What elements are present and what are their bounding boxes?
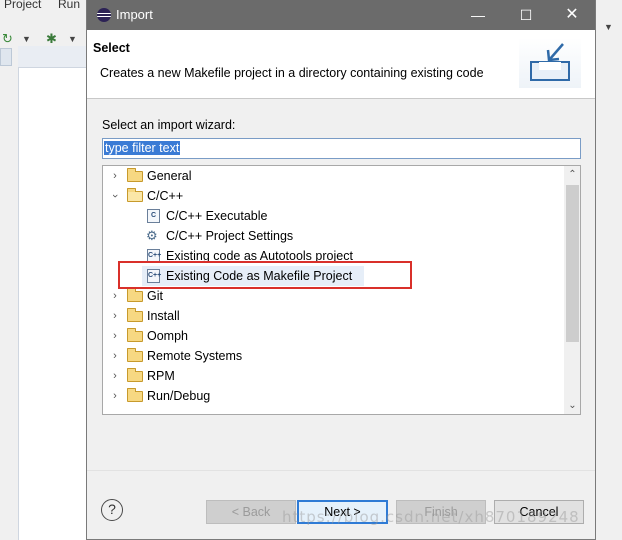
folder-icon xyxy=(127,308,143,322)
tree-item-rpm[interactable]: › RPM xyxy=(103,366,563,386)
c-file-icon: C xyxy=(147,209,160,223)
header-title: Select xyxy=(93,41,130,55)
folder-icon xyxy=(127,288,143,302)
tree-scrollbar[interactable]: ⌃ ⌄ xyxy=(564,166,580,414)
maximize-icon[interactable]: ☐ xyxy=(503,0,549,30)
wizard-header: Select Creates a new Makefile project in… xyxy=(87,30,595,99)
gear-settings-icon: ⚙ xyxy=(146,228,158,243)
dialog-title: Import xyxy=(116,7,153,22)
wizard-tree[interactable]: › General › C/C++ C C/C++ Executable ⚙ C… xyxy=(102,165,581,415)
wizard-list-label: Select an import wizard: xyxy=(102,118,236,132)
tree-item-label: Remote Systems xyxy=(147,349,243,363)
ide-left-strip xyxy=(0,46,14,540)
chevron-down-icon[interactable]: › xyxy=(105,190,125,202)
chevron-right-icon[interactable]: › xyxy=(109,306,121,326)
tree-item-oomph[interactable]: › Oomph xyxy=(103,326,563,346)
eclipse-logo-icon xyxy=(97,8,111,22)
wizard-filter-input[interactable]: type filter text xyxy=(102,138,581,159)
folder-icon xyxy=(127,328,143,342)
tree-item-install[interactable]: › Install xyxy=(103,306,563,326)
chevron-right-icon[interactable]: › xyxy=(109,286,121,306)
tree-item-label: Git xyxy=(147,289,163,303)
tree-item-label: C/C++ Executable xyxy=(166,209,268,223)
tree-item-cpp[interactable]: › C/C++ xyxy=(103,186,563,206)
annotation-highlight-box xyxy=(118,261,412,289)
ide-left-tab[interactable] xyxy=(0,48,12,66)
minimize-icon[interactable]: — xyxy=(455,0,501,30)
open-folder-icon xyxy=(127,188,143,202)
import-wizard-banner-icon xyxy=(519,38,581,88)
header-description: Creates a new Makefile project in a dire… xyxy=(100,66,484,80)
tree-item-label: RPM xyxy=(147,369,175,383)
tree-item-label: General xyxy=(147,169,192,183)
scroll-up-icon[interactable]: ⌃ xyxy=(564,166,580,183)
tree-item-git[interactable]: › Git xyxy=(103,286,563,306)
filter-input-value: type filter text xyxy=(104,141,181,155)
tree-item-label: C/C++ Project Settings xyxy=(166,229,294,243)
menu-project[interactable]: Project xyxy=(4,0,41,11)
refresh-icon[interactable]: ↻ xyxy=(2,31,13,47)
folder-icon xyxy=(127,388,143,402)
menu-run[interactable]: Run xyxy=(58,0,80,11)
tree-item-run-debug[interactable]: › Run/Debug xyxy=(103,386,563,406)
tree-item-remote-systems[interactable]: › Remote Systems xyxy=(103,346,563,366)
ide-editor-area xyxy=(18,46,88,540)
chevron-right-icon[interactable]: › xyxy=(109,366,121,386)
tree-item-label: Run/Debug xyxy=(147,389,211,403)
tree-item-cpp-executable[interactable]: C C/C++ Executable xyxy=(103,206,563,226)
debug-bug-icon[interactable]: ✱ xyxy=(46,31,57,47)
dropdown-arrow-icon[interactable]: ▼ xyxy=(22,34,31,44)
tree-item-label: C/C++ xyxy=(147,189,184,203)
chevron-right-icon[interactable]: › xyxy=(109,166,121,186)
scrollbar-thumb[interactable] xyxy=(566,185,579,342)
tree-item-general[interactable]: › General xyxy=(103,166,563,186)
dropdown-arrow-icon[interactable]: ▼ xyxy=(68,34,77,44)
watermark-text: https://blog.csdn.net/xh870189248 xyxy=(282,508,580,526)
folder-icon xyxy=(127,368,143,382)
tree-item-label: Install xyxy=(147,309,180,323)
chevron-right-icon[interactable]: › xyxy=(109,386,121,406)
help-button[interactable]: ? xyxy=(101,499,123,521)
scroll-down-icon[interactable]: ⌄ xyxy=(564,397,580,414)
tree-item-cpp-project-settings[interactable]: ⚙ C/C++ Project Settings xyxy=(103,226,563,246)
folder-icon xyxy=(127,348,143,362)
dialog-titlebar[interactable]: Import — ☐ ✕ xyxy=(87,0,595,30)
footer-divider xyxy=(87,470,595,471)
tree-item-label: Oomph xyxy=(147,329,188,343)
chevron-right-icon[interactable]: › xyxy=(109,346,121,366)
dropdown-arrow-icon[interactable]: ▼ xyxy=(604,22,613,32)
ide-right-strip: ▼ xyxy=(596,12,622,540)
folder-icon xyxy=(127,168,143,182)
ide-editor-tab[interactable] xyxy=(18,46,88,68)
chevron-right-icon[interactable]: › xyxy=(109,326,121,346)
close-icon[interactable]: ✕ xyxy=(549,0,595,30)
